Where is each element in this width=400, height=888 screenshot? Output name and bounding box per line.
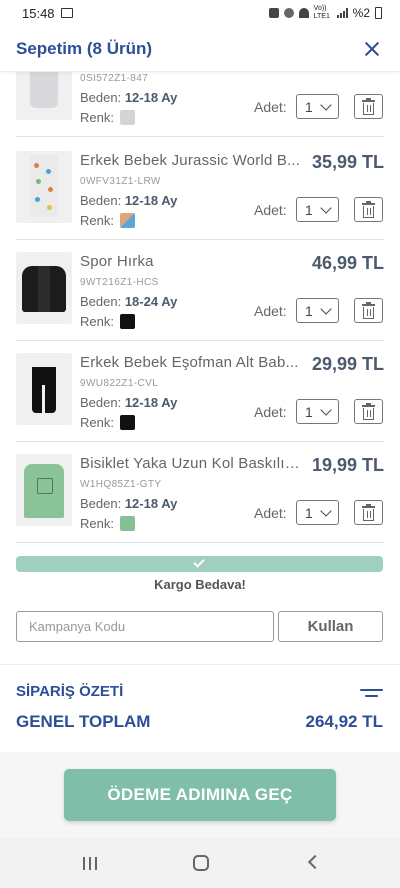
product-image[interactable] xyxy=(16,252,72,324)
product-code: 9WT216Z1-HCS xyxy=(80,277,159,288)
product-size: Beden: 18-24 Ay xyxy=(80,294,178,309)
product-name[interactable]: Bisiklet Yaka Uzun Kol Baskılı E... xyxy=(80,455,302,472)
battery-percent: %2 xyxy=(352,6,370,20)
grand-total-value: 264,92 TL xyxy=(305,712,384,731)
product-color: Renk: xyxy=(80,516,135,531)
cart-item: Bisiklet Yaka Uzun Kol Baskılı E... 19,9… xyxy=(16,442,384,543)
product-price: 46,99 TL xyxy=(311,253,384,273)
cart-header: Sepetim (8 Ürün) xyxy=(0,26,400,72)
color-swatch xyxy=(119,516,135,531)
signal-icon xyxy=(336,8,348,18)
trash-icon xyxy=(362,504,375,508)
coupon-code-input[interactable] xyxy=(16,611,274,642)
home-icon[interactable] xyxy=(193,855,209,871)
product-image[interactable] xyxy=(16,151,72,223)
product-name[interactable]: Erkek Bebek Jurassic World B... xyxy=(80,152,302,169)
chevron-down-icon xyxy=(320,99,332,111)
qty-select[interactable]: 1 xyxy=(296,399,339,424)
product-code: 0SI572Z1-847 xyxy=(80,73,149,84)
qty-label: Adet: xyxy=(254,505,287,521)
product-code: W1HQ85Z1-GTY xyxy=(80,479,162,490)
cart-item: 0SI572Z1-847 Beden: 12-18 Ay Renk: Adet:… xyxy=(16,72,384,137)
qty-select[interactable]: 1 xyxy=(296,94,339,119)
product-code: 9WU822Z1-CVL xyxy=(80,378,159,389)
product-color: Renk: xyxy=(80,110,135,125)
qty-label: Adet: xyxy=(254,202,287,218)
divider xyxy=(0,664,400,665)
trash-icon xyxy=(362,403,375,407)
trash-icon xyxy=(362,302,375,306)
system-nav-bar xyxy=(0,838,400,888)
trash-icon xyxy=(362,98,375,102)
status-time: 15:48 xyxy=(22,5,55,21)
page-title: Sepetim (8 Ürün) xyxy=(16,38,153,58)
gallery-icon xyxy=(60,8,73,18)
lock-icon xyxy=(268,8,279,18)
cart-item-list[interactable]: 0SI572Z1-847 Beden: 12-18 Ay Renk: Adet:… xyxy=(0,72,400,548)
cart-item: Erkek Bebek Eşofman Alt Bab... 29,99 TL … xyxy=(16,341,384,442)
back-icon[interactable] xyxy=(307,854,323,870)
network-label: Vo)) LTE1 xyxy=(313,5,330,20)
chevron-down-icon xyxy=(320,303,332,315)
qty-label: Adet: xyxy=(254,99,287,115)
battery-icon xyxy=(375,7,382,19)
order-summary-title[interactable]: SİPARİŞ ÖZETİ xyxy=(16,683,123,700)
qty-select[interactable]: 1 xyxy=(296,500,339,525)
product-image[interactable] xyxy=(16,353,72,425)
free-shipping-label: Kargo Bedava! xyxy=(154,577,246,592)
checkout-button[interactable]: ÖDEME ADIMINA GEÇ xyxy=(64,769,336,821)
product-color: Renk: xyxy=(80,213,135,228)
expand-summary-icon[interactable] xyxy=(360,688,383,700)
color-swatch xyxy=(119,213,135,228)
close-icon[interactable] xyxy=(360,37,384,61)
status-icons: Vo)) LTE1 %2 xyxy=(268,5,382,21)
product-image[interactable] xyxy=(16,72,72,120)
product-size: Beden: 12-18 Ay xyxy=(80,395,178,410)
cart-item: Erkek Bebek Jurassic World B... 35,99 TL… xyxy=(16,139,384,240)
color-swatch xyxy=(119,110,135,125)
delete-button[interactable] xyxy=(354,399,383,424)
qty-select[interactable]: 1 xyxy=(296,197,339,222)
chevron-down-icon xyxy=(320,202,332,214)
qty-label: Adet: xyxy=(254,404,287,420)
qty-label: Adet: xyxy=(254,303,287,319)
chevron-down-icon xyxy=(320,505,332,517)
apply-coupon-button[interactable]: Kullan xyxy=(278,611,383,642)
delete-button[interactable] xyxy=(354,500,383,525)
product-name[interactable]: Spor Hırka xyxy=(80,253,302,270)
grand-total-label: GENEL TOPLAM xyxy=(16,712,151,731)
product-image[interactable] xyxy=(16,454,72,526)
status-bar: 15:48 Vo)) LTE1 %2 xyxy=(0,0,400,26)
cart-item: Spor Hırka 46,99 TL 9WT216Z1-HCS Beden: … xyxy=(16,240,384,341)
recent-apps-icon[interactable] xyxy=(83,857,97,870)
product-price: 19,99 TL xyxy=(311,455,384,475)
check-icon xyxy=(193,556,205,568)
free-shipping-progress xyxy=(16,556,383,572)
product-size: Beden: 12-18 Ay xyxy=(80,90,178,105)
product-color: Renk: xyxy=(80,314,135,329)
color-swatch xyxy=(119,415,135,430)
product-code: 0WFV31Z1-LRW xyxy=(80,176,161,187)
delete-button[interactable] xyxy=(354,94,383,119)
product-size: Beden: 12-18 Ay xyxy=(80,496,178,511)
delete-button[interactable] xyxy=(354,197,383,222)
color-swatch xyxy=(119,314,135,329)
product-price: 29,99 TL xyxy=(311,354,384,374)
delete-button[interactable] xyxy=(354,298,383,323)
qty-select[interactable]: 1 xyxy=(296,298,339,323)
wifi-icon xyxy=(298,8,309,18)
chevron-down-icon xyxy=(320,404,332,416)
product-price: 35,99 TL xyxy=(311,152,384,172)
product-name[interactable]: Erkek Bebek Eşofman Alt Bab... xyxy=(80,354,302,371)
product-size: Beden: 12-18 Ay xyxy=(80,193,178,208)
mute-icon xyxy=(283,8,294,18)
product-color: Renk: xyxy=(80,415,135,430)
trash-icon xyxy=(362,201,375,205)
